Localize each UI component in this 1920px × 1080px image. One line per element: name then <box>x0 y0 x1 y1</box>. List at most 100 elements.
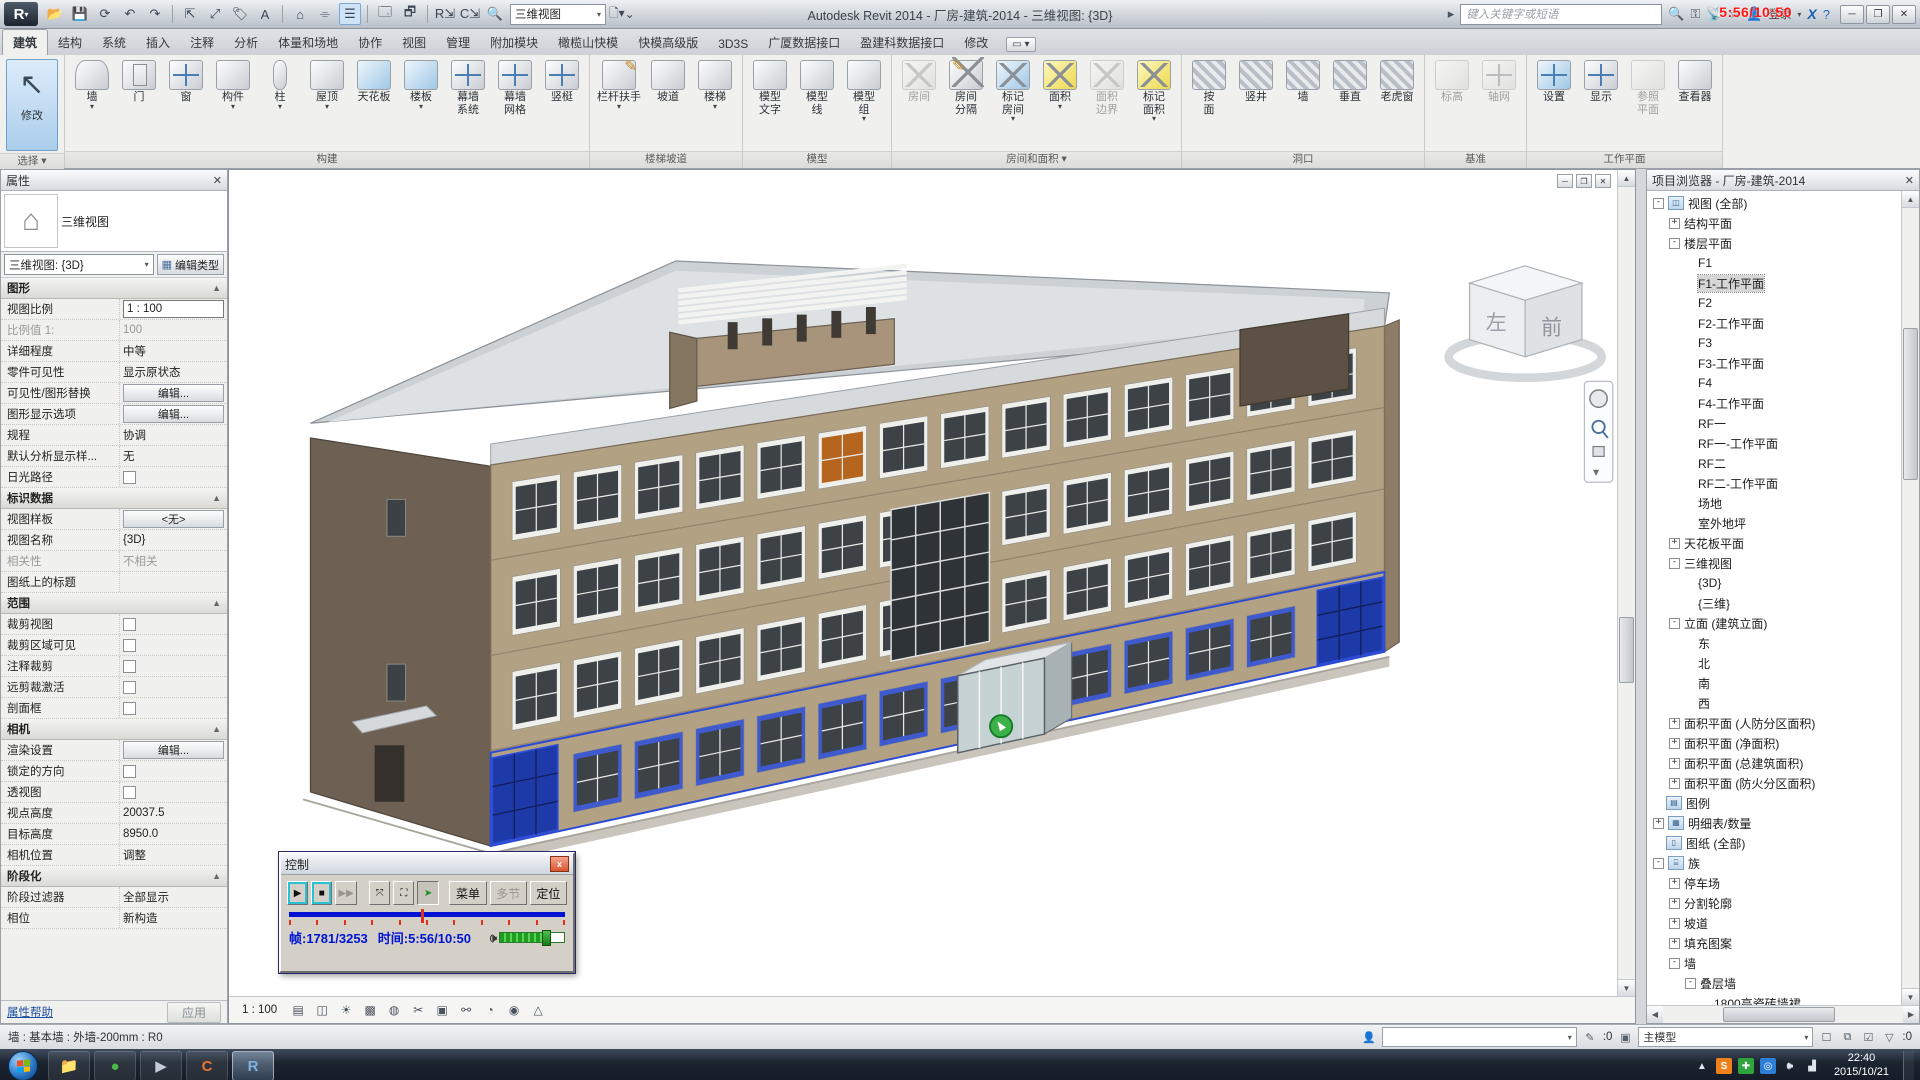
property-value[interactable] <box>119 782 227 802</box>
view-minimize-icon[interactable]: ─ <box>1557 174 1573 188</box>
tag-icon[interactable]: 🏷 <box>229 3 251 25</box>
collapse-icon[interactable]: - <box>1669 238 1680 249</box>
dropdown-arrow-icon[interactable]: ▾ <box>231 104 235 109</box>
ribbon-button-tag-room[interactable]: 标记房间▾ <box>990 57 1036 122</box>
im-icon[interactable]: ◎ <box>1760 1058 1776 1074</box>
property-value[interactable] <box>119 614 227 634</box>
ribbon-tab-体量和场地[interactable]: 体量和场地 <box>268 30 348 55</box>
browser-item-楼层平面[interactable]: -楼层平面 <box>1647 233 1901 253</box>
ribbon-button-model-line[interactable]: 模型线 <box>794 57 840 117</box>
property-row-视图比例[interactable]: 视图比例1 : 100 <box>1 299 227 320</box>
browser-item-label[interactable]: 视图 (全部) <box>1688 195 1747 212</box>
property-value[interactable]: 编辑... <box>119 383 227 403</box>
viewport-vertical-scrollbar[interactable]: ▲ ▼ <box>1617 170 1635 996</box>
browser-item-label[interactable]: 面积平面 (防火分区面积) <box>1684 775 1815 792</box>
restore-button[interactable]: ❐ <box>1866 5 1890 24</box>
browser-scroll-up-icon[interactable]: ▲ <box>1902 191 1919 208</box>
speaker-icon[interactable]: 🕩 <box>489 930 497 946</box>
expand-icon[interactable]: + <box>1669 918 1680 929</box>
exchange-apps-icon[interactable]: X <box>1807 6 1816 22</box>
collapse-icon[interactable]: - <box>1653 858 1664 869</box>
section-collapse-icon[interactable]: ▲ <box>212 283 221 293</box>
property-row-相位[interactable]: 相位新构造 <box>1 908 227 929</box>
crop-region-icon[interactable]: ▣ <box>432 1000 452 1020</box>
qat-customize-chevron-icon[interactable]: ⌄ <box>625 7 635 21</box>
control-dialog-close-icon[interactable]: x <box>550 856 569 872</box>
ribbon-tab-快模高级版[interactable]: 快模高级版 <box>628 30 708 55</box>
properties-help-link[interactable]: 属性帮助 <box>7 1004 53 1020</box>
ribbon-button-roof[interactable]: 屋顶▾ <box>304 57 350 110</box>
dropdown-arrow-icon[interactable]: ▾ <box>862 116 866 121</box>
property-checkbox[interactable] <box>123 786 136 799</box>
browser-item-label[interactable]: 结构平面 <box>1684 215 1732 232</box>
workset-combo[interactable]: ▾ <box>1382 1027 1577 1047</box>
browser-item-坡道[interactable]: +坡道 <box>1647 913 1901 933</box>
property-row-视图样板[interactable]: 视图样板<无> <box>1 509 227 530</box>
browser-item-label[interactable]: RF一 <box>1698 415 1726 432</box>
property-checkbox[interactable] <box>123 639 136 652</box>
start-button[interactable] <box>8 1051 38 1080</box>
export-rvt-icon[interactable]: R⇲ <box>434 3 456 25</box>
browser-item-label[interactable]: 面积平面 (人防分区面积) <box>1684 715 1815 732</box>
ribbon-tab-广厦数据接口[interactable]: 广厦数据接口 <box>758 30 850 55</box>
browser-item-label[interactable]: 场地 <box>1698 495 1722 512</box>
browser-item-F1[interactable]: F1 <box>1647 253 1901 273</box>
browser-vertical-scrollbar[interactable]: ▲ ▼ <box>1901 191 1919 1005</box>
browser-item-室外地坪[interactable]: 室外地坪 <box>1647 513 1901 533</box>
filter-icon[interactable]: ▽ <box>1881 1029 1897 1045</box>
browser-item-label[interactable]: {三维} <box>1698 595 1730 612</box>
expand-icon[interactable]: + <box>1669 758 1680 769</box>
browser-item-label[interactable]: 1800高瓷砖墙裙 <box>1714 995 1801 1006</box>
ribbon-tab-管理[interactable]: 管理 <box>436 30 480 55</box>
browser-item-label[interactable]: 分割轮廓 <box>1684 895 1732 912</box>
apply-button[interactable]: 应用 <box>167 1002 221 1023</box>
new-sheet-icon[interactable]: 🗋▾ <box>609 4 625 25</box>
ribbon-button-wall-opening[interactable]: 墙 <box>1280 57 1326 105</box>
worksharing-icon[interactable]: 👤 <box>1361 1029 1377 1045</box>
show-desktop-button[interactable] <box>1903 1051 1914 1080</box>
browser-item-label[interactable]: 面积平面 (总建筑面积) <box>1684 755 1803 772</box>
property-row-可见性/图形替换[interactable]: 可见性/图形替换编辑... <box>1 383 227 404</box>
property-row-目标高度[interactable]: 目标高度8950.0 <box>1 824 227 845</box>
property-row-阶段过滤器[interactable]: 阶段过滤器全部显示 <box>1 887 227 908</box>
ribbon-button-viewer[interactable]: 查看器 <box>1672 57 1718 105</box>
browser-item-分割轮廓[interactable]: +分割轮廓 <box>1647 893 1901 913</box>
press-drag-checkbox[interactable]: ☑ <box>1860 1029 1876 1045</box>
volume-slider[interactable] <box>499 932 565 943</box>
collapse-icon[interactable]: - <box>1669 618 1680 629</box>
network-icon[interactable]: ▟ <box>1804 1058 1820 1074</box>
ribbon-tab-视图[interactable]: 视图 <box>392 30 436 55</box>
view-close-icon[interactable]: ✕ <box>1595 174 1611 188</box>
recorder-control-dialog[interactable]: 控制 x ▶ ■ ▶▶ ⤧ ⛶ ➤ 菜单 多节 定位 帧:1781/3253 时… <box>279 852 575 973</box>
sign-in-dropdown-icon[interactable]: ▾ <box>1797 10 1801 19</box>
property-row-剖面框[interactable]: 剖面框 <box>1 698 227 719</box>
ribbon-tab-3D3S[interactable]: 3D3S <box>708 33 758 55</box>
property-value[interactable]: 调整 <box>119 845 227 865</box>
property-row-裁剪视图[interactable]: 裁剪视图 <box>1 614 227 635</box>
dropdown-arrow-icon[interactable]: ▾ <box>325 104 329 109</box>
volume-icon[interactable]: 🕪 <box>1782 1058 1798 1074</box>
property-value[interactable]: 全部显示 <box>119 887 227 907</box>
property-section-阶段化[interactable]: 阶段化▲ <box>1 866 227 887</box>
property-value[interactable]: 8950.0 <box>119 824 227 844</box>
ribbon-button-column[interactable]: 柱▾ <box>257 57 303 110</box>
browser-item-西[interactable]: 西 <box>1647 693 1901 713</box>
property-value[interactable] <box>119 656 227 676</box>
ribbon-button-grid[interactable]: 轴网 <box>1476 57 1522 105</box>
close-hidden-windows-icon[interactable]: 🗔 <box>374 3 396 25</box>
browser-item-label[interactable]: RF二-工作平面 <box>1698 475 1778 492</box>
unlocked-view-icon[interactable]: ⚯ <box>456 1000 476 1020</box>
browser-item-label[interactable]: F4-工作平面 <box>1698 395 1764 412</box>
browser-item-面积平面 (人防分区面积)[interactable]: +面积平面 (人防分区面积) <box>1647 713 1901 733</box>
browser-item-label[interactable]: 停车场 <box>1684 875 1720 892</box>
property-row-透视图[interactable]: 透视图 <box>1 782 227 803</box>
dropdown-arrow-icon[interactable]: ▾ <box>278 104 282 109</box>
browser-item-图纸 (全部)[interactable]: ▯图纸 (全部) <box>1647 833 1901 853</box>
minimize-button[interactable]: ─ <box>1840 5 1864 24</box>
property-checkbox[interactable] <box>123 765 136 778</box>
ribbon-button-ref-plane[interactable]: 参照平面 <box>1625 57 1671 117</box>
browser-item-族[interactable]: -⌸族 <box>1647 853 1901 873</box>
browser-item-label[interactable]: 族 <box>1688 855 1700 872</box>
property-value[interactable]: 20037.5 <box>119 803 227 823</box>
browser-item-{三维}[interactable]: {三维} <box>1647 593 1901 613</box>
